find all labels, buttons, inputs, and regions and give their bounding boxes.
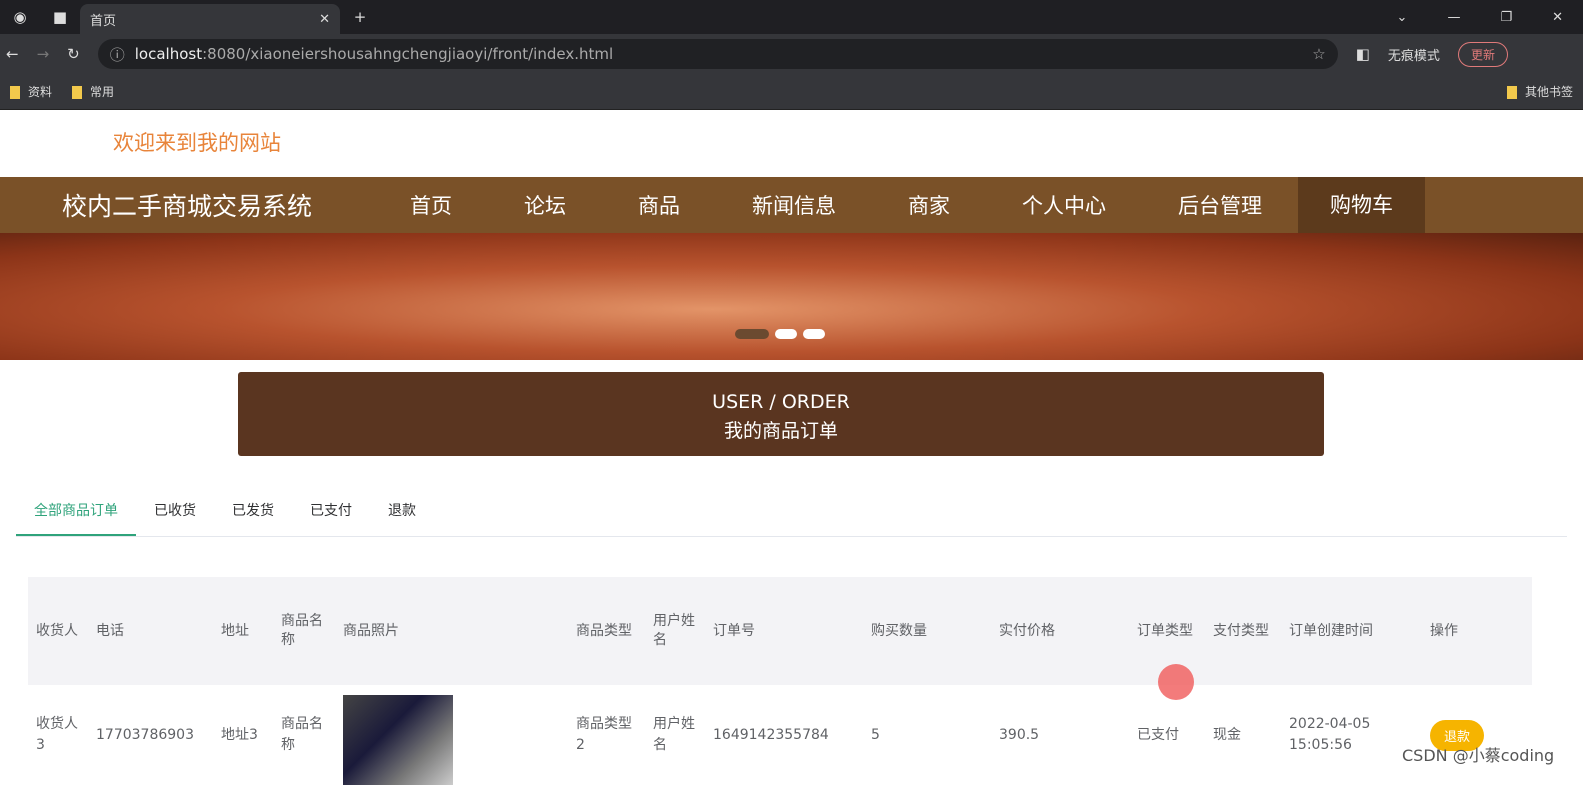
nav-news[interactable]: 新闻信息 (752, 190, 836, 220)
col-header: 用户姓名 (645, 577, 705, 685)
orders-table: 收货人 电话 地址 商品名称 商品照片 商品类型 用户姓名 订单号 购买数量 实… (28, 577, 1532, 785)
site-brand: 校内二手商城交易系统 (62, 192, 313, 221)
watermark: CSDN @小蔡coding (1402, 746, 1555, 765)
nav-goods[interactable]: 商品 (638, 190, 680, 220)
cell-address: 地址3 (221, 726, 258, 743)
section-title-en: USER / ORDER (712, 391, 850, 413)
cell-receiver: 收货人3 (36, 716, 78, 753)
cell-order-type: 已支付 (1137, 726, 1179, 743)
col-header: 支付类型 (1205, 577, 1281, 685)
browser-tab[interactable]: 首页 ✕ (80, 4, 340, 34)
carousel-dot[interactable] (803, 329, 825, 339)
carousel-dot[interactable] (775, 329, 797, 339)
cell-qty: 5 (871, 726, 880, 743)
forward-icon[interactable]: → (37, 45, 50, 63)
col-header: 电话 (88, 577, 213, 685)
tab-title: 首页 (90, 13, 117, 29)
section-header: USER / ORDER 我的商品订单 (238, 372, 1324, 456)
col-header: 地址 (213, 577, 273, 685)
col-header: 商品类型 (568, 577, 645, 685)
col-header: 订单创建时间 (1281, 577, 1422, 685)
reload-icon[interactable]: ↻ (67, 45, 80, 63)
bookmark-item[interactable]: 资料 (10, 83, 52, 100)
cell-created: 2022-04-05 15:05:56 (1289, 716, 1371, 753)
chevron-down-icon[interactable]: ⌄ (1397, 10, 1408, 25)
window-icon[interactable]: ■ (40, 8, 80, 26)
nav-cart[interactable]: 购物车 (1298, 177, 1425, 233)
welcome-text: 欢迎来到我的网站 (113, 131, 281, 155)
bookmarks-bar: 资料 常用 其他书签 (0, 74, 1583, 110)
globe-icon[interactable]: ◉ (0, 8, 40, 26)
nav-forum[interactable]: 论坛 (524, 190, 566, 220)
cell-price: 390.5 (999, 726, 1040, 743)
other-bookmarks[interactable]: 其他书签 (1506, 83, 1573, 100)
url-path: :8080/xiaoneiershousahngchengjiaoyi/fron… (202, 45, 614, 63)
url-host: localhost (134, 45, 203, 63)
col-header: 操作 (1422, 577, 1532, 685)
cell-name: 商品名称 (281, 716, 323, 753)
nav-home[interactable]: 首页 (410, 190, 452, 220)
incognito-label[interactable]: 无痕模式 (1388, 45, 1440, 64)
col-header: 商品名称 (273, 577, 335, 685)
star-icon[interactable]: ☆ (1312, 45, 1325, 63)
tab-refund[interactable]: 退款 (370, 500, 434, 536)
col-header: 实付价格 (991, 577, 1129, 685)
info-icon: ⓘ (109, 45, 125, 64)
cell-photo (335, 685, 568, 785)
cell-action: 退款 (1422, 685, 1532, 785)
minimize-icon[interactable]: — (1447, 10, 1460, 25)
order-tabs: 全部商品订单 已收货 已发货 已支付 退款 (16, 500, 1567, 537)
col-header: 商品照片 (335, 577, 568, 685)
cell-type: 商品类型2 (576, 716, 632, 753)
update-button[interactable]: 更新 (1457, 41, 1508, 67)
close-window-icon[interactable]: ✕ (1552, 10, 1563, 25)
nav-profile[interactable]: 个人中心 (1022, 190, 1106, 220)
table-header-row: 收货人 电话 地址 商品名称 商品照片 商品类型 用户姓名 订单号 购买数量 实… (28, 577, 1532, 685)
nav-merchant[interactable]: 商家 (908, 190, 950, 220)
section-title: 我的商品订单 (723, 420, 838, 442)
close-tab-icon[interactable]: ✕ (319, 12, 330, 27)
cursor-highlight (1158, 664, 1194, 700)
address-bar-row: ← → ↻ ⓘ localhost:8080/xiaoneiershousahngch… (0, 34, 1583, 74)
carousel-dot[interactable] (735, 329, 769, 339)
new-tab-icon[interactable]: + (340, 8, 380, 26)
cell-phone: 17703786903 (96, 726, 194, 743)
product-photo (343, 695, 453, 785)
url-input[interactable]: ⓘ localhost:8080/xiaoneiershousahngchengj… (97, 39, 1338, 69)
browser-tab-bar: ◉ ■ 首页 ✕ + ⌄ — ❐ ✕ (0, 0, 1583, 34)
tab-shipped[interactable]: 已发货 (214, 500, 292, 536)
cell-user: 用户姓名 (653, 716, 695, 753)
back-icon[interactable]: ← (6, 45, 19, 63)
main-nav: 校内二手商城交易系统 首页 论坛 商品 新闻信息 商家 个人中心 后台管理 购物… (0, 177, 1583, 233)
nav-admin[interactable]: 后台管理 (1178, 190, 1262, 220)
col-header: 收货人 (28, 577, 88, 685)
tab-all[interactable]: 全部商品订单 (16, 500, 136, 536)
cell-pay-type: 现金 (1213, 726, 1241, 743)
sidepanel-icon[interactable]: ◧ (1356, 45, 1370, 63)
tab-paid[interactable]: 已支付 (292, 500, 370, 536)
tab-received[interactable]: 已收货 (136, 500, 214, 536)
col-header: 购买数量 (863, 577, 991, 685)
col-header: 订单号 (705, 577, 863, 685)
restore-icon[interactable]: ❐ (1500, 10, 1512, 25)
table-row: 收货人3 17703786903 地址3 商品名称 商品类型2 用户姓名 164… (28, 685, 1532, 785)
cell-order-no: 1649142355784 (713, 726, 829, 743)
bookmark-item[interactable]: 常用 (72, 83, 114, 100)
banner-carousel (0, 233, 1583, 360)
